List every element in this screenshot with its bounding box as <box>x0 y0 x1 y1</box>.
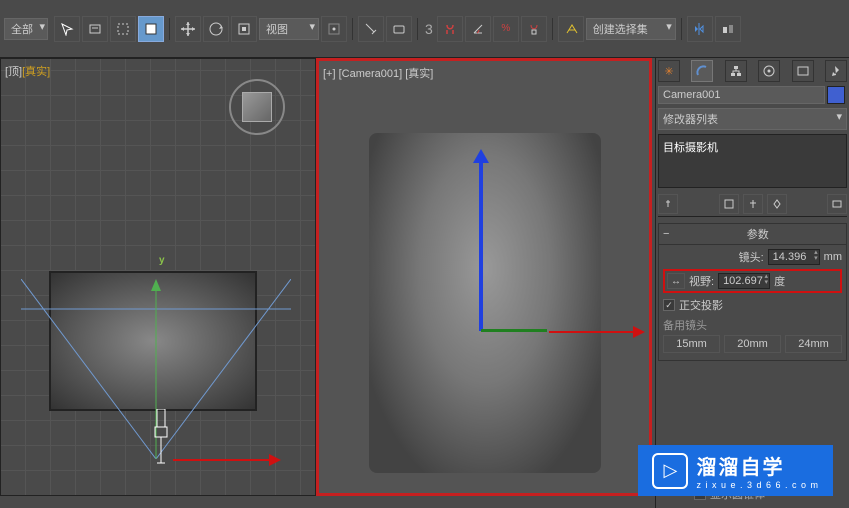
viewport-camera-label[interactable]: [+] [Camera001] [真实] <box>323 65 433 81</box>
selection-filter-dropdown[interactable]: 全部 <box>4 18 48 40</box>
ref-coord-dropdown[interactable]: 视图 <box>259 18 319 40</box>
lens-unit-label: mm <box>824 251 842 263</box>
annotation-arrow-icon <box>549 331 637 333</box>
viewport-container: [顶][真实] y <box>0 58 655 508</box>
gizmo-x-axis-icon[interactable] <box>481 329 547 332</box>
rollout-header[interactable]: 参数 <box>659 224 846 245</box>
parameters-rollout: 参数 镜头: 14.396 mm ↔ 视野: 102.697 度 <box>658 223 847 361</box>
watermark: ▷ 溜溜自学 z i x u e . 3 d 6 6 . c o m <box>638 445 833 496</box>
fov-spinner[interactable]: 102.697 <box>718 273 770 289</box>
panel-tabs: ✳ <box>658 60 847 82</box>
percent-snap-button[interactable]: % <box>493 16 519 42</box>
scene-object-top <box>49 271 257 411</box>
viewport-top[interactable]: [顶][真实] y <box>0 58 316 496</box>
modifier-stack[interactable]: 目标摄影机 <box>658 134 847 188</box>
select-object-button[interactable] <box>54 16 80 42</box>
select-and-rotate-button[interactable] <box>203 16 229 42</box>
snap-value: 3 <box>425 21 433 37</box>
gizmo-z-axis-icon[interactable] <box>479 159 483 331</box>
display-tab-icon[interactable] <box>792 60 814 82</box>
modifier-list-dropdown[interactable]: 修改器列表 <box>658 108 847 130</box>
spinner-snap-button[interactable] <box>521 16 547 42</box>
lens-row: 镜头: 14.396 mm <box>663 249 842 265</box>
main-area: [顶][真实] y <box>0 58 849 508</box>
select-and-scale-button[interactable] <box>231 16 257 42</box>
stock-lenses-label: 备用镜头 <box>663 317 842 333</box>
stack-item-camera[interactable]: 目标摄影机 <box>663 139 842 155</box>
configure-sets-button[interactable] <box>827 194 847 214</box>
align-button[interactable] <box>715 16 741 42</box>
stack-toolbar <box>658 192 847 217</box>
axis-y-label: y <box>159 255 165 266</box>
modify-tab-icon[interactable] <box>691 60 713 82</box>
make-unique-button[interactable] <box>743 194 763 214</box>
camera-gizmo-icon[interactable] <box>149 409 173 471</box>
object-color-swatch[interactable] <box>827 86 845 104</box>
show-end-result-button[interactable] <box>719 194 739 214</box>
snap-toggle-button[interactable] <box>437 16 463 42</box>
ortho-row: ✓ 正交投影 <box>663 297 842 313</box>
lens-15mm-button[interactable]: 15mm <box>663 335 720 353</box>
use-pivot-center-button[interactable] <box>321 16 347 42</box>
main-toolbar: 全部 视图 3 % 创建选择集 <box>0 0 849 58</box>
create-tab-icon[interactable]: ✳ <box>658 60 680 82</box>
window-crossing-button[interactable] <box>138 16 164 42</box>
select-and-manipulate-button[interactable] <box>358 16 384 42</box>
hierarchy-tab-icon[interactable] <box>725 60 747 82</box>
mirror-button[interactable] <box>687 16 713 42</box>
edit-named-selection-button[interactable] <box>558 16 584 42</box>
viewcube[interactable] <box>229 79 285 135</box>
watermark-cn: 溜溜自学 <box>696 451 819 480</box>
viewport-top-label[interactable]: [顶][真实] <box>5 63 50 79</box>
watermark-logo-icon: ▷ <box>652 453 688 489</box>
named-selection-dropdown[interactable]: 创建选择集 <box>586 18 676 40</box>
keyboard-shortcut-button[interactable] <box>386 16 412 42</box>
select-and-move-button[interactable] <box>175 16 201 42</box>
fov-unit-label: 度 <box>774 273 785 289</box>
ortho-checkbox[interactable]: ✓ <box>663 299 675 311</box>
selection-region-button[interactable] <box>110 16 136 42</box>
fov-direction-button[interactable]: ↔ <box>667 273 685 289</box>
angle-snap-button[interactable] <box>465 16 491 42</box>
ortho-label: 正交投影 <box>679 297 723 313</box>
lens-24mm-button[interactable]: 24mm <box>785 335 842 353</box>
annotation-arrow-icon <box>173 459 273 461</box>
fov-highlight: ↔ 视野: 102.697 度 <box>663 269 842 293</box>
select-by-name-button[interactable] <box>82 16 108 42</box>
scene-object-camera <box>369 133 601 473</box>
pin-stack-button[interactable] <box>658 194 678 214</box>
lens-spinner[interactable]: 14.396 <box>768 249 820 265</box>
watermark-en: z i x u e . 3 d 6 6 . c o m <box>696 480 819 490</box>
lens-20mm-button[interactable]: 20mm <box>724 335 781 353</box>
viewport-camera[interactable]: [+] [Camera001] [真实] <box>316 58 652 496</box>
command-panel: ✳ Camera001 修改器列表 目标摄影机 <box>655 58 849 508</box>
remove-modifier-button[interactable] <box>767 194 787 214</box>
object-name-field[interactable]: Camera001 <box>658 86 825 104</box>
motion-tab-icon[interactable] <box>758 60 780 82</box>
utilities-tab-icon[interactable] <box>825 60 847 82</box>
